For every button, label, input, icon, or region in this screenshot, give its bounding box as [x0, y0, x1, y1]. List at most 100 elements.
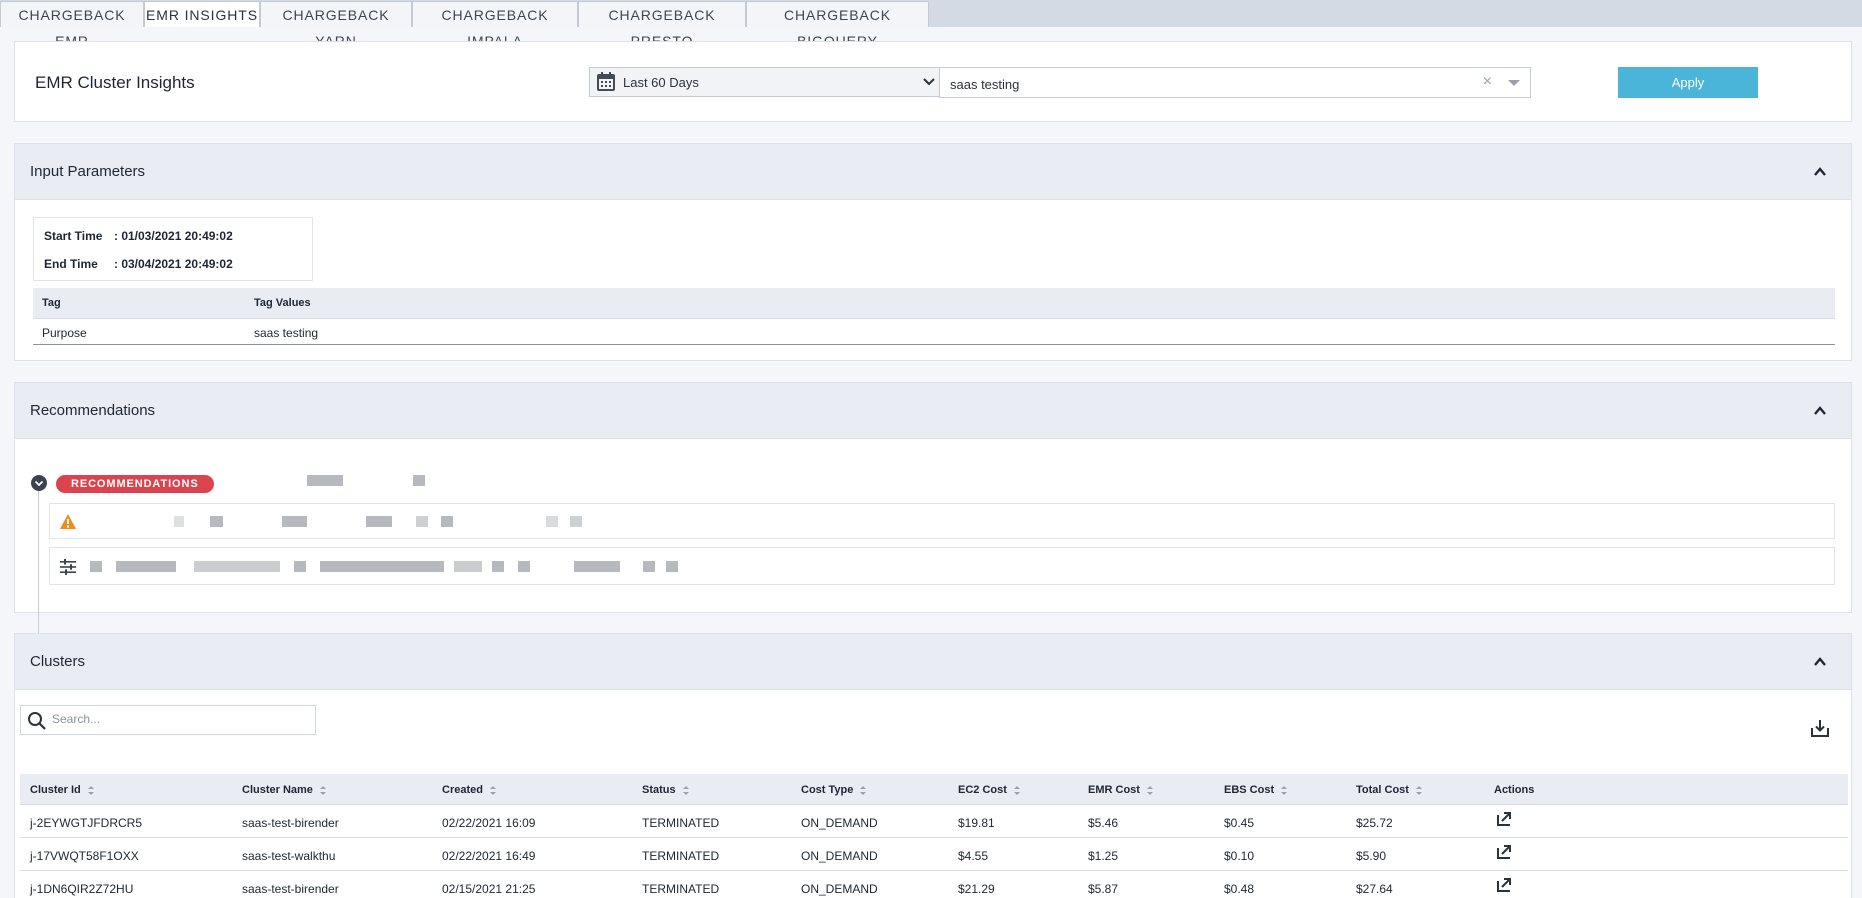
- download-icon[interactable]: [1811, 719, 1829, 737]
- collapse-icon[interactable]: [1813, 404, 1827, 418]
- tab-chargeback-presto[interactable]: CHARGEBACK PRESTO: [578, 1, 746, 49]
- cluster-id-cell: j-17VWQT58F1OXX: [30, 849, 139, 863]
- cluster-id-cell: j-1DN6QIR2Z72HU: [30, 882, 134, 896]
- clusters-header[interactable]: Clusters: [15, 634, 1851, 690]
- cluster-id-cell: j-2EYWGTJFDRCR5: [30, 816, 143, 830]
- redacted-text: [546, 516, 558, 527]
- emr-cost-cell: $5.87: [1088, 882, 1119, 896]
- recommendations-header[interactable]: Recommendations: [15, 383, 1851, 439]
- emr-cost-cell: $5.46: [1088, 816, 1119, 830]
- start-time-label: Start Time: [44, 229, 103, 243]
- tag-table-row: Purpose saas testing: [33, 319, 1835, 345]
- column-header-ebs-cost[interactable]: EBS Cost: [1224, 784, 1288, 796]
- tag-cell: Purpose: [42, 326, 87, 340]
- ebs-cost-cell: $0.48: [1224, 882, 1255, 896]
- table-row: j-2EYWGTJFDRCR5 saas-test-birender 02/22…: [20, 805, 1848, 838]
- open-external-icon[interactable]: [1496, 877, 1512, 893]
- redacted-text: [307, 475, 343, 486]
- redacted-text: [441, 516, 453, 527]
- column-header-created[interactable]: Created: [442, 784, 497, 796]
- dropdown-arrow-icon[interactable]: [1508, 80, 1520, 86]
- emr-cost-cell: $1.25: [1088, 849, 1119, 863]
- search-input[interactable]: [52, 712, 302, 726]
- clear-icon[interactable]: ×: [1483, 73, 1492, 91]
- table-row: j-1DN6QIR2Z72HU saas-test-birender 02/15…: [20, 871, 1848, 898]
- tag-value-cell: saas testing: [254, 326, 319, 340]
- collapse-icon[interactable]: [1813, 655, 1827, 669]
- redacted-text: [90, 561, 102, 572]
- column-header-status[interactable]: Status: [642, 784, 690, 796]
- cluster-name-cell: saas-test-walkthu: [242, 849, 336, 863]
- redacted-text: [666, 561, 678, 572]
- total-cost-cell: $27.64: [1356, 882, 1393, 896]
- calendar-icon: [597, 72, 615, 91]
- redacted-text: [282, 516, 307, 527]
- timeline-line: [38, 486, 39, 638]
- ebs-cost-cell: $0.10: [1224, 849, 1255, 863]
- collapse-icon[interactable]: [1813, 165, 1827, 179]
- tag-table-header: Tag Tag Values: [33, 288, 1835, 319]
- tag-filter-select[interactable]: saas testing ×: [939, 67, 1531, 98]
- input-parameters-title: Input Parameters: [30, 163, 146, 180]
- open-external-icon[interactable]: [1496, 844, 1512, 860]
- sort-icon: [1281, 785, 1288, 795]
- recommendations-toggle[interactable]: [31, 475, 47, 491]
- tag-filter-value: saas testing: [950, 77, 1020, 92]
- redacted-text: [320, 561, 444, 572]
- clusters-title: Clusters: [30, 653, 86, 670]
- time-range-box: Start Time : 01/03/2021 20:49:02 End Tim…: [33, 217, 313, 281]
- cluster-search[interactable]: [20, 705, 316, 735]
- cluster-name-cell: saas-test-birender: [242, 816, 339, 830]
- redacted-text: [116, 561, 176, 572]
- total-cost-cell: $25.72: [1356, 816, 1393, 830]
- ec2-cost-cell: $21.29: [958, 882, 995, 896]
- tab-chargeback-emr[interactable]: CHARGEBACK EMR: [0, 1, 144, 49]
- redacted-text: [413, 475, 425, 486]
- tag-table: Tag Tag Values Purpose saas testing: [33, 288, 1835, 345]
- insights-header-panel: EMR Cluster Insights Last 60 Days saas t…: [14, 41, 1852, 122]
- column-header-total-cost[interactable]: Total Cost: [1356, 784, 1423, 796]
- table-row: j-17VWQT58F1OXX saas-test-walkthu 02/22/…: [20, 838, 1848, 871]
- date-range-value: Last 60 Days: [623, 75, 699, 90]
- cost-type-cell: ON_DEMAND: [801, 882, 878, 896]
- column-header-actions: Actions: [1494, 784, 1535, 796]
- apply-button[interactable]: Apply: [1618, 67, 1758, 98]
- tab-chargeback-yarn[interactable]: CHARGEBACK YARN: [260, 1, 412, 49]
- warning-icon: [60, 514, 76, 529]
- recommendations-body: RECOMMENDATIONS: [15, 440, 1851, 638]
- cost-type-cell: ON_DEMAND: [801, 816, 878, 830]
- recommendations-panel: Recommendations RECOMMENDATIONS: [14, 382, 1852, 638]
- redacted-text: [210, 516, 223, 527]
- sort-icon: [319, 785, 326, 795]
- ec2-cost-cell: $4.55: [958, 849, 989, 863]
- recommendation-warning-card: [49, 503, 1835, 539]
- column-header-cluster-id[interactable]: Cluster Id: [30, 784, 95, 796]
- tab-bar: CHARGEBACK EMR EMR INSIGHTS CHARGEBACK Y…: [0, 0, 1862, 49]
- recommendation-config-card: [49, 547, 1835, 585]
- redacted-text: [518, 561, 530, 572]
- column-header-cluster-name[interactable]: Cluster Name: [242, 784, 327, 796]
- end-time-label: End Time: [44, 257, 98, 271]
- tag-column-header: Tag: [42, 297, 61, 309]
- clusters-panel: Clusters Cluster Id Cluster Name Created…: [14, 633, 1852, 898]
- total-cost-cell: $5.90: [1356, 849, 1387, 863]
- open-external-icon[interactable]: [1496, 811, 1512, 827]
- clusters-table: Cluster Id Cluster Name Created Status C…: [20, 774, 1848, 898]
- tab-emr-insights[interactable]: EMR INSIGHTS: [144, 1, 260, 27]
- input-parameters-header[interactable]: Input Parameters: [15, 144, 1851, 200]
- sort-icon: [1415, 785, 1422, 795]
- created-cell: 02/22/2021 16:49: [442, 849, 536, 863]
- tag-values-column-header: Tag Values: [254, 297, 311, 309]
- date-range-select[interactable]: Last 60 Days: [589, 67, 945, 97]
- start-time-value: : 01/03/2021 20:49:02: [114, 229, 233, 243]
- column-header-ec2-cost[interactable]: EC2 Cost: [958, 784, 1021, 796]
- redacted-text: [294, 561, 306, 572]
- column-header-emr-cost[interactable]: EMR Cost: [1088, 784, 1154, 796]
- chevron-down-icon: [923, 78, 935, 86]
- column-header-cost-type[interactable]: Cost Type: [801, 784, 867, 796]
- tab-chargeback-impala[interactable]: CHARGEBACK IMPALA: [412, 1, 578, 49]
- cost-type-cell: ON_DEMAND: [801, 849, 878, 863]
- tab-chargeback-bigquery[interactable]: CHARGEBACK BIGQUERY: [746, 1, 929, 49]
- chevron-down-icon: [34, 480, 44, 487]
- redacted-text: [174, 516, 184, 527]
